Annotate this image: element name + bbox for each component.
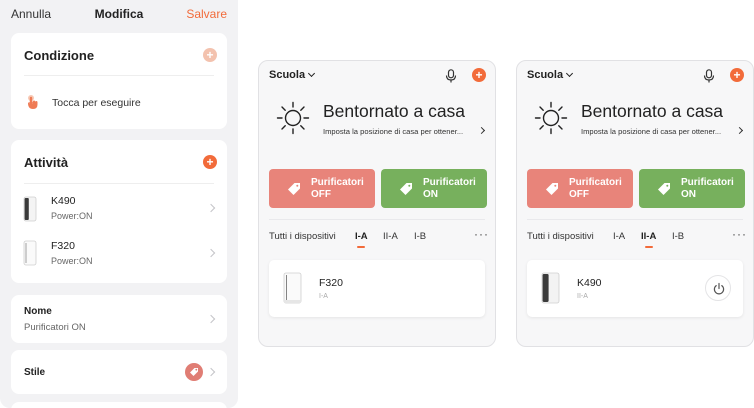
- app-root: Annulla Modifica Salvare Condizione + To…: [0, 0, 754, 408]
- condition-heading: Condizione: [24, 48, 95, 63]
- device-state: Power:ON: [51, 256, 93, 266]
- chevron-right-icon: [206, 367, 216, 377]
- activity-heading: Attività: [24, 155, 69, 170]
- activity-card: Attività + K490 Power:ON F320 Power:ON: [11, 140, 227, 283]
- set-home-location-link[interactable]: Imposta la posizione di casa per ottener…: [581, 127, 721, 136]
- sun-icon: [276, 101, 310, 135]
- set-home-location-link[interactable]: Imposta la posizione di casa per ottener…: [323, 127, 463, 136]
- tab-i-a[interactable]: I-A: [355, 231, 368, 248]
- device-name: F320: [51, 240, 75, 252]
- more-options-button[interactable]: ···: [474, 227, 489, 241]
- hand-tap-icon: [28, 95, 38, 109]
- more-options-button[interactable]: ···: [732, 227, 747, 241]
- scene-state: ON: [423, 189, 438, 200]
- activity-item-k490[interactable]: K490 Power:ON: [11, 185, 227, 233]
- condition-item-tap-to-run[interactable]: Tocca per eseguire: [24, 87, 227, 117]
- chevron-right-icon: [206, 248, 216, 258]
- chevron-right-icon: [477, 126, 486, 135]
- tab-i-a[interactable]: I-A: [613, 231, 625, 242]
- welcome-title: Bentornato a casa: [323, 101, 466, 121]
- room-tabs: Tutti i dispositivi I-A II-A I-B ···: [269, 227, 489, 251]
- scene-state: ON: [681, 189, 696, 200]
- scene-purifiers-on[interactable]: Purificatori ON: [639, 169, 745, 208]
- condition-card: Condizione + Tocca per eseguire: [11, 33, 227, 129]
- microphone-icon[interactable]: [703, 69, 715, 83]
- tag-icon: [546, 183, 558, 195]
- welcome-title: Bentornato a casa: [581, 101, 724, 121]
- sun-icon: [534, 101, 568, 135]
- device-state: Power:ON: [51, 211, 93, 221]
- divider: [24, 183, 214, 184]
- divider: [527, 219, 743, 220]
- home-screen-after: Scuola + Bentornato a casa Imposta la po…: [516, 60, 754, 347]
- scene-state: OFF: [569, 189, 589, 200]
- cancel-button[interactable]: Annulla: [11, 7, 51, 21]
- scene-purifiers-off[interactable]: Purificatori OFF: [527, 169, 633, 208]
- tab-i-b[interactable]: I-B: [414, 231, 426, 242]
- style-field[interactable]: Stile: [11, 350, 227, 394]
- scene-purifiers-off[interactable]: Purificatori OFF: [269, 169, 375, 208]
- scene-label: Purificatori: [423, 177, 476, 188]
- tab-ii-a[interactable]: II-A: [641, 231, 656, 248]
- scene-label: Purificatori: [311, 177, 364, 188]
- device-card-k490[interactable]: K490 II-A: [527, 260, 743, 317]
- purifier-f320-image: [23, 240, 37, 266]
- tab-all-devices[interactable]: Tutti i dispositivi: [527, 231, 594, 242]
- purifier-k490-image: [23, 196, 37, 222]
- device-room: I-A: [319, 293, 328, 300]
- name-field[interactable]: Nome Purificatori ON: [11, 295, 227, 343]
- home-screen-before: Scuola + Bentornato a casa Imposta la po…: [258, 60, 496, 347]
- divider: [24, 75, 214, 76]
- room-tabs: Tutti i dispositivi I-A II-A I-B ···: [527, 227, 747, 251]
- tab-i-b[interactable]: I-B: [672, 231, 684, 242]
- microphone-icon[interactable]: [445, 69, 457, 83]
- chevron-down-icon: [308, 69, 316, 78]
- chevron-down-icon: [566, 69, 574, 78]
- name-value: Purificatori ON: [24, 322, 86, 333]
- scene-purifiers-on[interactable]: Purificatori ON: [381, 169, 487, 208]
- device-card-f320[interactable]: F320 I-A: [269, 260, 485, 317]
- activity-item-f320[interactable]: F320 Power:ON: [11, 230, 227, 278]
- tab-ii-a[interactable]: II-A: [383, 231, 398, 242]
- add-button[interactable]: +: [730, 68, 744, 82]
- save-button[interactable]: Salvare: [186, 7, 227, 21]
- device-name: F320: [319, 277, 343, 289]
- device-name: K490: [51, 195, 76, 207]
- power-button[interactable]: [705, 275, 731, 301]
- purifier-k490-image: [541, 272, 560, 304]
- purifier-f320-image: [283, 272, 302, 304]
- device-name: K490: [577, 277, 602, 289]
- scene-label: Purificatori: [681, 177, 734, 188]
- style-label: Stile: [24, 367, 46, 378]
- tab-all-devices[interactable]: Tutti i dispositivi: [269, 231, 336, 242]
- device-room: II-A: [577, 293, 588, 300]
- next-card-edge: [11, 402, 227, 408]
- scene-label: Purificatori: [569, 177, 622, 188]
- power-icon: [713, 282, 725, 295]
- edit-header: Annulla Modifica Salvare: [0, 0, 238, 28]
- add-condition-button[interactable]: +: [203, 48, 217, 62]
- chevron-right-icon: [206, 203, 216, 213]
- divider: [269, 219, 485, 220]
- tag-icon: [288, 183, 300, 195]
- name-label: Nome: [24, 306, 52, 317]
- chevron-right-icon: [206, 314, 216, 324]
- condition-label: Tocca per eseguire: [52, 97, 141, 109]
- home-selector[interactable]: Scuola: [527, 69, 574, 81]
- add-button[interactable]: +: [472, 68, 486, 82]
- home-selector[interactable]: Scuola: [269, 69, 316, 81]
- chevron-right-icon: [735, 126, 744, 135]
- tag-icon: [658, 183, 670, 195]
- style-tag-icon: [185, 363, 203, 381]
- add-activity-button[interactable]: +: [203, 155, 217, 169]
- edit-scene-panel: Annulla Modifica Salvare Condizione + To…: [0, 0, 238, 408]
- tag-icon: [400, 183, 412, 195]
- scene-state: OFF: [311, 189, 331, 200]
